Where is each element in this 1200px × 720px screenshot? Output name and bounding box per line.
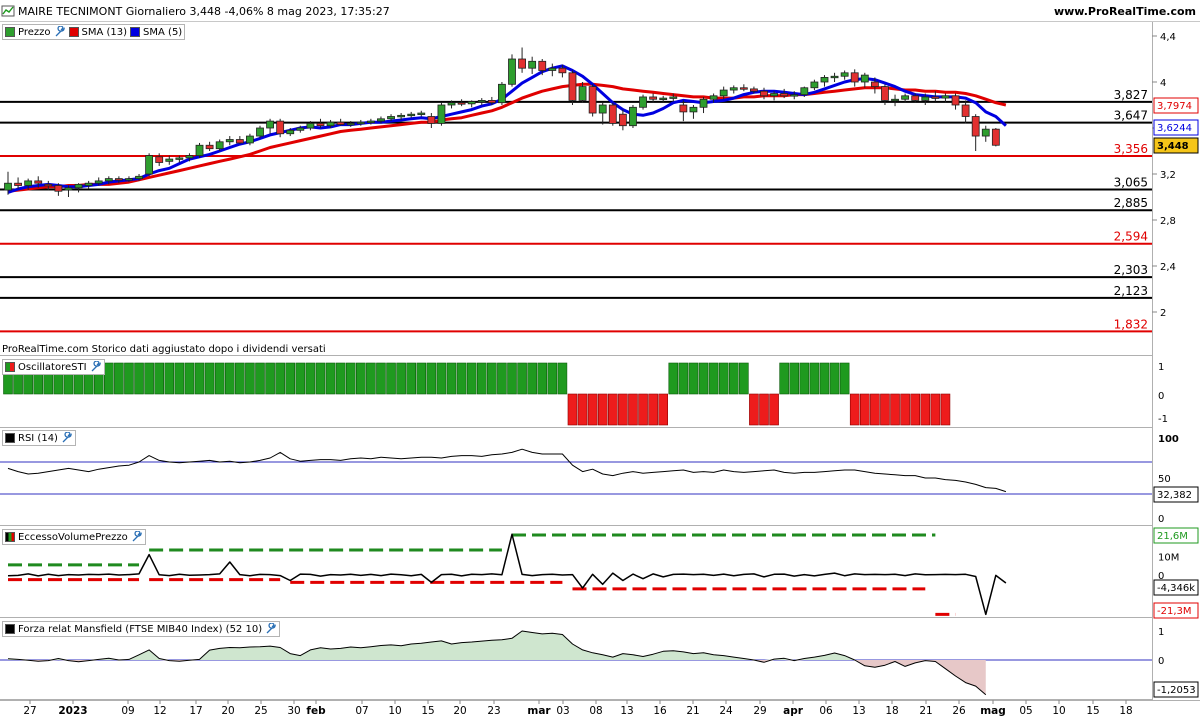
evp-legend[interactable]: EccessoVolumePrezzo — [2, 529, 146, 545]
wrench-icon[interactable] — [61, 432, 73, 444]
sma13-swatch — [68, 27, 79, 37]
mansfield-legend-label: Forza relat Mansfield (FTSE MIB40 Index)… — [18, 623, 263, 635]
sti-legend[interactable]: OscillatoreSTI — [2, 359, 105, 375]
mansfield-swatch — [5, 624, 15, 634]
price-legend[interactable]: Prezzo SMA (13) SMA (5) — [2, 24, 186, 40]
wrench-icon[interactable] — [265, 623, 277, 635]
instrument-title: MAIRE TECNIMONT Giornaliero 3,448 -4,06%… — [18, 5, 390, 18]
wrench-icon[interactable] — [131, 531, 143, 543]
rsi-legend-label: RSI (14) — [18, 432, 58, 444]
evp-panel[interactable] — [0, 526, 1152, 618]
source-note: ProRealTime.com Storico dati aggiustato … — [2, 344, 326, 355]
sma13-legend-label: SMA (13) — [81, 26, 128, 38]
price-legend-label: Prezzo — [18, 26, 51, 38]
site-url[interactable]: www.ProRealTime.com — [1054, 5, 1196, 18]
sti-panel[interactable] — [0, 356, 1152, 428]
rsi-swatch — [5, 433, 15, 443]
sma5-swatch — [130, 27, 141, 37]
evp-swatch — [5, 532, 15, 542]
wrench-icon[interactable] — [90, 361, 102, 373]
wrench-icon[interactable] — [54, 26, 66, 38]
rsi-legend[interactable]: RSI (14) — [2, 430, 76, 446]
sti-swatch — [5, 362, 15, 372]
chart-window-icon — [1, 5, 15, 17]
price-axis[interactable] — [1152, 22, 1200, 700]
sti-legend-label: OscillatoreSTI — [18, 361, 87, 373]
price-swatch — [5, 27, 15, 37]
chart-header: MAIRE TECNIMONT Giornaliero 3,448 -4,06%… — [0, 0, 1200, 22]
evp-legend-label: EccessoVolumePrezzo — [18, 531, 128, 543]
price-panel[interactable] — [0, 22, 1152, 356]
sma5-legend-label: SMA (5) — [143, 26, 183, 38]
rsi-panel[interactable] — [0, 428, 1152, 526]
date-axis[interactable] — [0, 700, 1200, 720]
mansfield-legend[interactable]: Forza relat Mansfield (FTSE MIB40 Index)… — [2, 621, 281, 637]
